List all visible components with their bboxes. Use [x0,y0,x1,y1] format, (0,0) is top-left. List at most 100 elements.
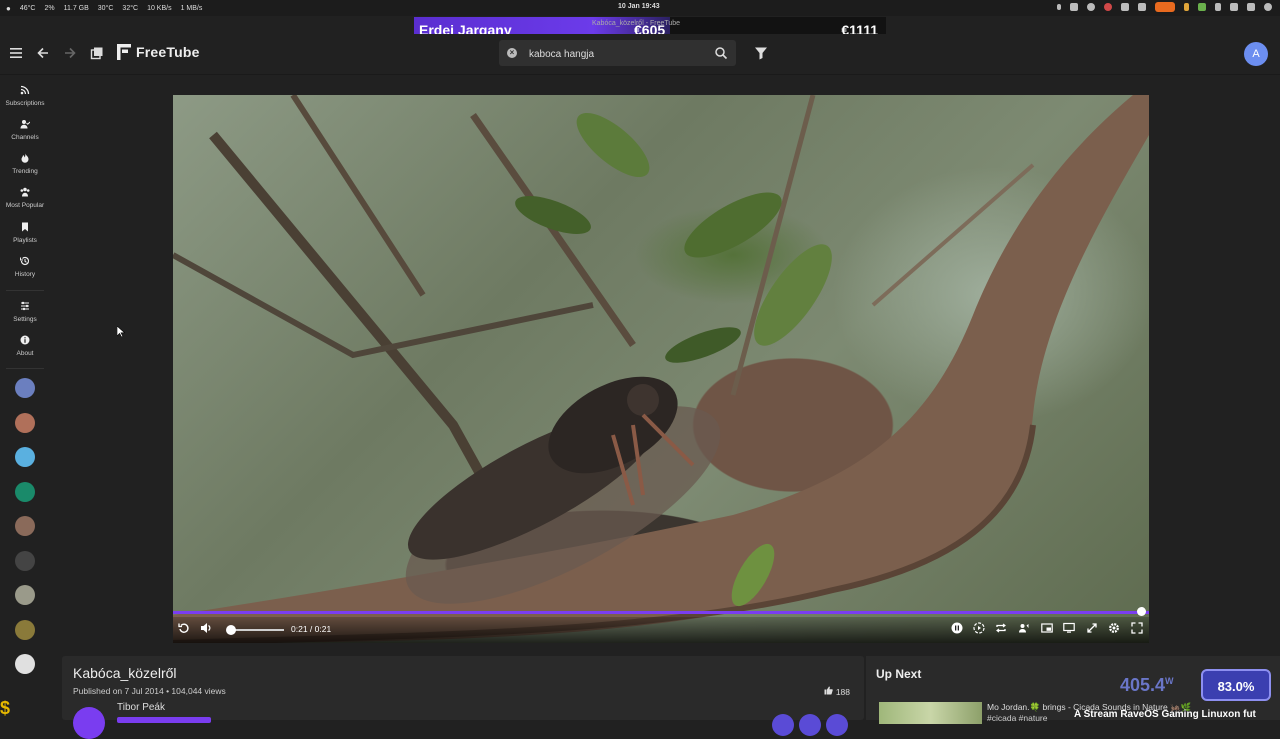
power-value: 405.4 [1120,675,1166,695]
power-icon[interactable] [1264,3,1272,11]
replay-icon [178,623,189,633]
mute-button[interactable] [200,622,214,636]
share-button[interactable] [772,714,794,736]
more-actions-button[interactable] [826,714,848,736]
rss-icon [20,85,30,95]
gear-icon [1109,623,1119,633]
sidebar-item-label: Trending [12,168,38,175]
sidebar-item-playlists[interactable]: Playlists [0,222,50,244]
up-next-thumbnail[interactable] [879,702,982,724]
volume-handle[interactable] [226,625,236,635]
clear-search-button[interactable]: × [507,48,517,58]
pause-button[interactable] [951,622,965,636]
sidebar-item-about[interactable]: About [0,335,50,357]
fullscreen-button[interactable] [1131,622,1145,636]
expand-button[interactable] [1086,622,1100,636]
sidebar-item-label: Settings [13,316,37,323]
picture-in-picture-icon [1041,623,1053,633]
sidebar-channel-avatar[interactable] [15,378,35,398]
playback-speed-icon [973,622,985,634]
video-info-panel: Kabóca_közelről Published on 7 Jul 2014 … [62,656,864,739]
video-frame [173,95,1149,643]
fullwindow-button[interactable] [1063,622,1077,636]
clipboard-icon[interactable] [1121,3,1129,11]
mic-icon[interactable] [1184,3,1189,11]
gpu-temp: 30°C [97,4,114,12]
replay-button[interactable] [178,622,192,636]
person-screen-icon [1019,624,1029,633]
arrow-left-icon [37,47,48,59]
sidebar-item-settings[interactable]: Settings [0,301,50,323]
sidebar-item-label: Most Popular [5,202,45,209]
sidebar-channel-avatar[interactable] [15,585,35,605]
video-meta: Published on 7 Jul 2014 • 104,044 views [73,686,226,696]
theatre-button[interactable] [1018,622,1032,636]
search-input[interactable] [527,44,711,64]
sidebar-item-subscriptions[interactable]: Subscriptions [0,85,50,107]
sidebar-divider [6,368,44,369]
settings-button[interactable] [1108,622,1122,636]
sidebar-item-channels[interactable]: Channels [0,119,50,141]
sidebar-channel-avatar[interactable] [15,619,35,640]
info-icon [20,335,30,345]
freetube-logo[interactable]: FreeTube [117,44,200,60]
net-upload: 1 MB/s [180,4,203,12]
save-button[interactable] [799,714,821,736]
sidebar-item-history[interactable]: History [0,256,50,278]
back-button[interactable] [35,46,51,62]
seek-bar[interactable] [173,611,1149,614]
sidebar-channel-avatar[interactable] [15,412,35,433]
user-check-icon [20,120,30,129]
network-icon[interactable] [1230,3,1238,11]
net-download: 10 KB/s [147,4,172,12]
speed-button[interactable] [973,622,987,636]
clock[interactable]: 10 Jan 19:43 [618,3,660,10]
cpu-usage: 2% [44,4,55,12]
volume-slider[interactable] [230,629,284,631]
hamburger-icon [10,48,22,58]
sidebar-channel-avatar[interactable] [15,654,35,674]
system-menu-icon[interactable]: ● [6,4,11,13]
volume-icon[interactable] [1247,3,1255,11]
recording-indicator-icon[interactable] [1155,2,1175,12]
filter-icon[interactable] [754,46,768,60]
status-red-icon[interactable] [1104,3,1112,11]
notification-icon[interactable] [1057,4,1061,10]
like-count: 188 [824,686,850,697]
pause-icon [951,622,963,634]
new-window-button[interactable] [89,46,105,62]
loop-button[interactable] [995,622,1009,636]
subscribe-button[interactable] [117,717,211,723]
sidebar-item-trending[interactable]: Trending [0,153,50,175]
system-bar: ● 46°C 2% 11.7 GB 30°C 32°C 10 KB/s 1 MB… [0,0,1280,16]
power-readout: 405.4W [1120,675,1174,696]
sidebar: Subscriptions Channels Trending Most Pop… [0,75,50,720]
channel-avatar[interactable] [73,707,105,739]
memory-usage: 11.7 GB [63,4,89,12]
bluetooth-icon[interactable] [1215,3,1221,11]
picture-in-picture-button[interactable] [1041,622,1055,636]
search-icon[interactable] [714,46,728,60]
video-player[interactable]: 0:21 / 0:21 [173,95,1149,643]
dollar-icon: $ [0,698,11,718]
sidebar-channel-avatar[interactable] [15,516,35,536]
forward-button[interactable] [62,46,78,62]
app-name: FreeTube [136,44,200,60]
record-icon[interactable] [1087,3,1095,11]
sidebar-item-most-popular[interactable]: Most Popular [0,187,50,209]
profile-avatar[interactable]: A [1244,42,1268,66]
sidebar-channel-avatar[interactable] [15,550,35,571]
volume-icon [201,623,211,633]
stream-ticker: A Stream RaveOS Gaming Linuxon fut [1074,709,1256,720]
fullscreen-icon [1131,622,1143,634]
channel-name[interactable]: Tibor Peák [117,702,165,713]
app-tray-icon[interactable] [1138,3,1146,11]
sidebar-channel-avatar[interactable] [15,447,35,467]
search-box: × [499,40,736,66]
menu-button[interactable] [8,46,24,62]
sync-icon[interactable] [1198,3,1206,11]
time-display: 0:21 / 0:21 [291,624,332,634]
window-icon[interactable] [1070,3,1078,11]
seek-handle[interactable] [1137,607,1146,616]
sidebar-channel-avatar[interactable] [15,481,35,502]
